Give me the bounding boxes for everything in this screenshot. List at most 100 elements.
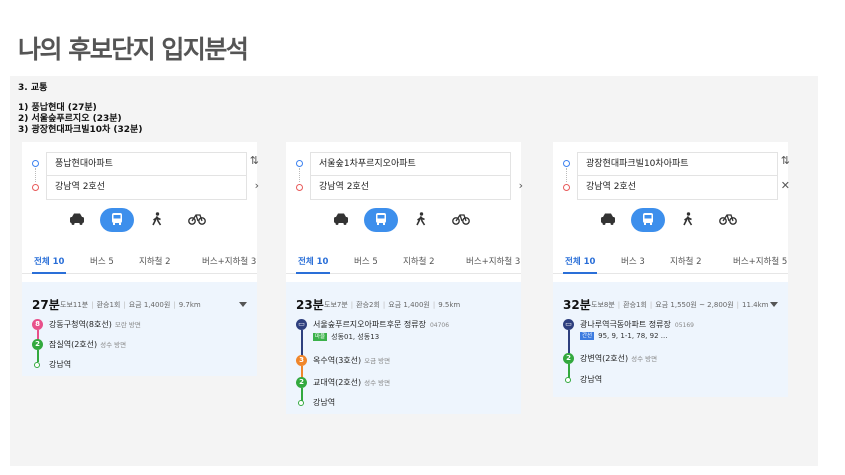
bike-icon bbox=[188, 214, 206, 225]
destination-input[interactable]: 강남역 2호선 bbox=[310, 176, 511, 200]
chevron-down-icon[interactable] bbox=[770, 302, 778, 307]
route-tabs: 전체 10 버스 5 지하철 2 버스+지하철 3 bbox=[22, 242, 257, 274]
route-result[interactable]: 23분 도보7분 | 환승2회 | 요금 1,400원 | 9.5km ▭ 서울숲푸르지오아파… bbox=[286, 282, 521, 414]
bus-lines: 마을 성동01, 성동13 bbox=[313, 333, 380, 341]
car-mode-button[interactable] bbox=[60, 208, 94, 232]
page-title: 나의 후보단지 입지분석 bbox=[18, 35, 249, 64]
route-meta: 도보8분 | 환승1회 | 요금 1,550원 ~ 2,800원 | 11.4km bbox=[591, 301, 769, 309]
destination-marker-icon bbox=[32, 184, 39, 191]
duration: 32분 bbox=[563, 298, 591, 312]
chevron-down-icon[interactable] bbox=[239, 302, 247, 307]
car-mode-button[interactable] bbox=[324, 208, 358, 232]
line-2-icon: 2 bbox=[296, 377, 307, 388]
destination-input[interactable]: 강남역 2호선 bbox=[577, 176, 778, 200]
step-2: 3 옥수역(3호선) 오금 방면 bbox=[296, 355, 390, 366]
end-marker-icon bbox=[298, 399, 304, 406]
route-result[interactable]: 27분 도보11분 | 환승1회 | 요금 1,400원 | 9.7km 8 강동구청역(8호… bbox=[22, 282, 257, 376]
swap-icon[interactable]: ⇅ bbox=[781, 154, 790, 167]
tab-bus-subway[interactable]: 버스+지하철 3 bbox=[466, 255, 520, 267]
transit-mode-button[interactable] bbox=[631, 208, 665, 232]
walk-icon bbox=[152, 212, 162, 226]
route-summary-3: 3) 광장현대파크빌10차 (32분) bbox=[18, 125, 143, 135]
origin-marker-icon bbox=[32, 160, 39, 167]
bus-stop-icon: ▭ bbox=[563, 319, 574, 330]
car-mode-button[interactable] bbox=[591, 208, 625, 232]
route-summary-2: 2) 서울숲푸르지오 (23분) bbox=[18, 114, 122, 124]
bike-icon bbox=[452, 214, 470, 225]
step-end: 강남역 bbox=[32, 359, 71, 370]
origin-marker-icon bbox=[296, 160, 303, 167]
walk-icon bbox=[416, 212, 426, 226]
step-1: ▭ 광나루역극동아파트 정류장 05169 bbox=[563, 319, 694, 330]
step-end: 강남역 bbox=[563, 374, 602, 385]
end-marker-icon bbox=[34, 361, 40, 368]
origin-input[interactable]: 서울숲1차푸르지오아파트 bbox=[310, 152, 511, 176]
line-3-icon: 3 bbox=[296, 355, 307, 366]
bus-icon bbox=[643, 213, 653, 225]
car-icon bbox=[70, 213, 84, 225]
step-3: 2 교대역(2호선) 성수 방면 bbox=[296, 377, 390, 388]
tab-bus-subway[interactable]: 버스+지하철 3 bbox=[202, 255, 256, 267]
origin-marker-icon bbox=[563, 160, 570, 167]
walk-icon bbox=[683, 212, 693, 226]
tab-bus-subway[interactable]: 버스+지하철 5 bbox=[733, 255, 787, 267]
bike-icon bbox=[719, 214, 737, 225]
bus-lines: 간선 95, 9, 1-1, 78, 92 ... bbox=[580, 332, 668, 340]
duration: 27분 bbox=[32, 298, 60, 312]
route-card-3: 광장현대파크빌10차아파트 강남역 2호선 ⇅ ✕ 전체 10 버스 3 지하철… bbox=[553, 142, 790, 397]
destination-input[interactable]: 강남역 2호선 bbox=[46, 176, 247, 200]
bike-mode-button[interactable] bbox=[180, 208, 214, 232]
walk-mode-button[interactable] bbox=[140, 208, 174, 232]
walk-mode-button[interactable] bbox=[404, 208, 438, 232]
walk-mode-button[interactable] bbox=[671, 208, 705, 232]
tab-all[interactable]: 전체 10 bbox=[295, 255, 331, 274]
tab-bus[interactable]: 버스 5 bbox=[90, 255, 114, 267]
step-1: 8 강동구청역(8호선) 모란 방면 bbox=[32, 319, 141, 330]
destination-marker-icon bbox=[296, 184, 303, 191]
car-icon bbox=[334, 213, 348, 225]
end-marker-icon bbox=[565, 376, 571, 383]
route-tabs: 전체 10 버스 5 지하철 2 버스+지하철 3 bbox=[286, 242, 521, 274]
duration: 23분 bbox=[296, 298, 324, 312]
step-1: ▭ 서울숲푸르지오아파트후문 정류장 04706 bbox=[296, 319, 449, 330]
bus-icon bbox=[112, 213, 122, 225]
tab-all[interactable]: 전체 10 bbox=[562, 255, 598, 274]
origin-input[interactable]: 풍납현대아파트 bbox=[46, 152, 247, 176]
bus-type-badge: 간선 bbox=[580, 332, 595, 340]
swap-icon[interactable]: ⇅ bbox=[250, 154, 259, 167]
tab-subway[interactable]: 지하철 2 bbox=[670, 255, 702, 267]
destination-marker-icon bbox=[563, 184, 570, 191]
tab-subway[interactable]: 지하철 2 bbox=[403, 255, 435, 267]
route-summary-1: 1) 풍납현대 (27분) bbox=[18, 103, 97, 113]
route-card-1: 풍납현대아파트 강남역 2호선 ⇅ › 전체 10 버스 5 지하철 2 버스+… bbox=[22, 142, 259, 376]
tab-all[interactable]: 전체 10 bbox=[31, 255, 67, 274]
transit-mode-button[interactable] bbox=[100, 208, 134, 232]
bike-mode-button[interactable] bbox=[444, 208, 478, 232]
close-icon[interactable]: ✕ bbox=[781, 179, 790, 192]
bus-type-badge: 마을 bbox=[313, 333, 328, 341]
bike-mode-button[interactable] bbox=[711, 208, 745, 232]
step-2: 2 강변역(2호선) 성수 방면 bbox=[563, 353, 657, 364]
tab-subway[interactable]: 지하철 2 bbox=[139, 255, 171, 267]
route-result[interactable]: 32분 도보8분 | 환승1회 | 요금 1,550원 ~ 2,800원 | 11.4km … bbox=[553, 282, 788, 397]
step-2: 2 잠실역(2호선) 성수 방면 bbox=[32, 339, 126, 350]
route-meta: 도보7분 | 환승2회 | 요금 1,400원 | 9.5km bbox=[324, 301, 461, 309]
origin-input[interactable]: 광장현대파크빌10차아파트 bbox=[577, 152, 778, 176]
tab-bus[interactable]: 버스 3 bbox=[621, 255, 645, 267]
tab-bus[interactable]: 버스 5 bbox=[354, 255, 378, 267]
line-8-icon: 8 bbox=[32, 319, 43, 330]
line-2-icon: 2 bbox=[563, 353, 574, 364]
car-icon bbox=[601, 213, 615, 225]
bus-stop-icon: ▭ bbox=[296, 319, 307, 330]
chevron-right-icon[interactable]: › bbox=[519, 179, 523, 192]
transit-mode-button[interactable] bbox=[364, 208, 398, 232]
route-tabs: 전체 10 버스 3 지하철 2 버스+지하철 5 bbox=[553, 242, 788, 274]
chevron-right-icon[interactable]: › bbox=[255, 179, 259, 192]
route-meta: 도보11분 | 환승1회 | 요금 1,400원 | 9.7km bbox=[60, 301, 201, 309]
step-end: 강남역 bbox=[296, 397, 335, 408]
route-card-2: 서울숲1차푸르지오아파트 강남역 2호선 › 전체 10 버스 5 지하철 2 … bbox=[286, 142, 523, 414]
line-2-icon: 2 bbox=[32, 339, 43, 350]
bus-icon bbox=[376, 213, 386, 225]
section-heading: 3. 교통 bbox=[18, 83, 48, 93]
route-summary: 1) 풍납현대 (27분) 2) 서울숲푸르지오 (23분) 3) 광장현대파크… bbox=[18, 103, 142, 136]
